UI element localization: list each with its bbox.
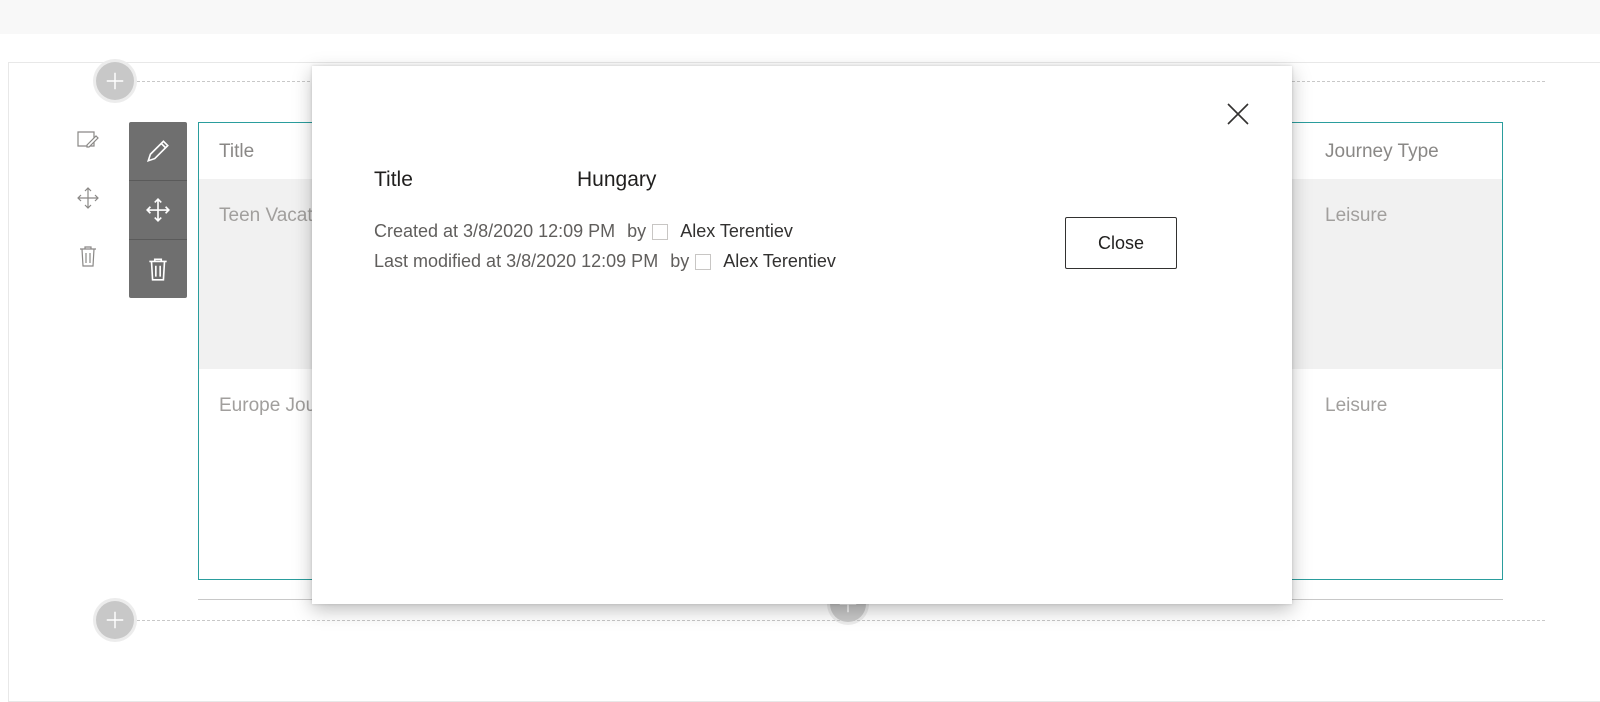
modified-at-text: Last modified at 3/8/2020 12:09 PM	[374, 251, 659, 271]
delete-section-button[interactable]	[72, 240, 104, 272]
close-icon	[1227, 103, 1249, 125]
user-avatar-icon	[652, 223, 669, 240]
add-section-bottom-button[interactable]	[96, 601, 134, 639]
add-section-top-button[interactable]	[96, 62, 134, 100]
trash-icon	[80, 246, 96, 267]
row-title-cell: Teen Vacat	[219, 205, 313, 226]
section-toolbar	[72, 124, 104, 298]
edit-section-button[interactable]	[72, 124, 104, 156]
edit-section-icon	[77, 131, 99, 148]
move-icon	[146, 198, 170, 222]
trash-icon	[149, 258, 167, 281]
dialog-close-button[interactable]	[1222, 98, 1254, 130]
pencil-icon	[146, 140, 169, 163]
top-bar	[0, 0, 1600, 34]
created-at-text: Created at 3/8/2020 12:09 PM	[374, 221, 616, 241]
plus-icon	[106, 72, 124, 90]
item-details-dialog: Title Hungary Created at 3/8/2020 12:09 …	[312, 66, 1292, 604]
edit-webpart-button[interactable]	[129, 122, 187, 181]
created-by-user[interactable]: Alex Terentiev	[680, 221, 793, 242]
plus-icon	[106, 611, 124, 629]
created-info: Created at 3/8/2020 12:09 PM by Alex Ter…	[374, 221, 793, 242]
close-button[interactable]: Close	[1065, 217, 1177, 269]
column-header-journey-type[interactable]: Journey Type	[1325, 141, 1439, 163]
row-journey-type-cell: Leisure	[1325, 205, 1388, 226]
by-label: by	[627, 221, 647, 241]
modified-info: Last modified at 3/8/2020 12:09 PM by Al…	[374, 251, 836, 272]
move-webpart-button[interactable]	[129, 181, 187, 240]
move-section-button[interactable]	[72, 182, 104, 214]
row-journey-type-cell: Leisure	[1325, 395, 1388, 416]
user-avatar-icon	[695, 253, 712, 270]
column-header-title[interactable]: Title	[219, 141, 254, 163]
row-title-cell: Europe Jou	[219, 395, 317, 416]
section-divider-bottom	[132, 620, 1545, 621]
move-icon	[77, 187, 99, 209]
field-label-title: Title	[374, 168, 413, 191]
modified-by-user[interactable]: Alex Terentiev	[723, 251, 836, 272]
field-value-title: Hungary	[577, 168, 657, 191]
webpart-toolbar	[129, 122, 187, 298]
delete-webpart-button[interactable]	[129, 240, 187, 298]
by-label: by	[670, 251, 690, 271]
